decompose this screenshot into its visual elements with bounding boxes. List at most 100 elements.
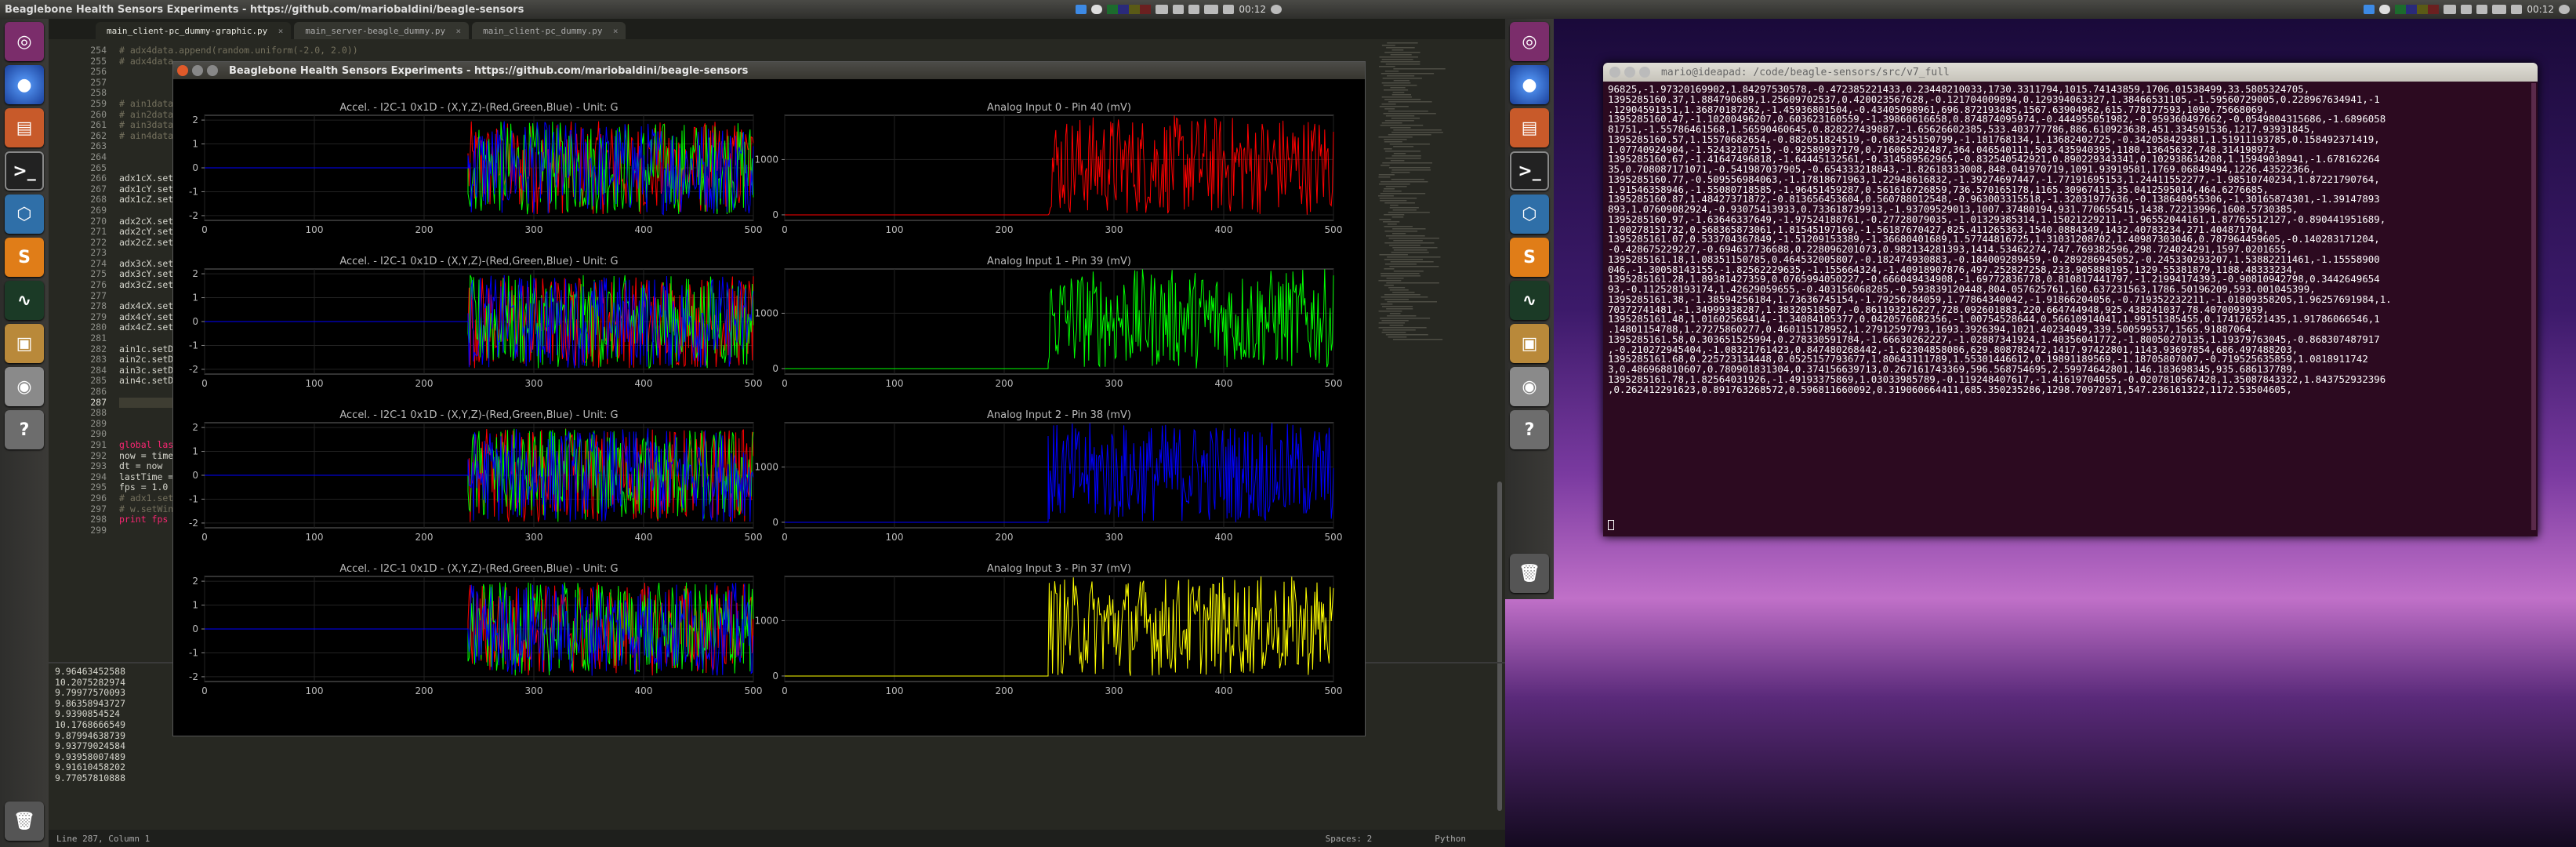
y-tick-label: -1 (189, 493, 198, 504)
dropbox-icon[interactable] (2364, 5, 2375, 14)
plot-window-titlebar[interactable]: Beaglebone Health Sensors Experiments - … (173, 62, 1365, 79)
gear-icon[interactable] (2559, 5, 2570, 14)
system-monitor-icon[interactable]: ∿ (5, 281, 44, 320)
x-tick-label: 500 (745, 532, 763, 543)
line-number: 260 (90, 108, 107, 120)
minimap-line (1381, 122, 1402, 124)
close-icon[interactable]: × (456, 26, 462, 36)
accel-plot: Accel. - I2C-1 0x1D - (X,Y,Z)-(Red,Green… (189, 102, 762, 235)
console-line: 9.91610458202 (55, 762, 126, 773)
minimap-line (1381, 296, 1428, 298)
files-icon[interactable]: ▤ (5, 108, 44, 147)
dash-home-button[interactable]: ◎ (5, 22, 44, 61)
minimap[interactable] (1375, 42, 1493, 827)
minimap-line (1392, 247, 1438, 249)
line-number: 269 (90, 204, 107, 216)
minimap-line (1384, 226, 1413, 227)
clock[interactable]: 00:12 (2527, 4, 2554, 15)
sublime-text-icon[interactable]: S (5, 238, 44, 277)
keyboard-icon[interactable] (2444, 5, 2457, 14)
dash-home-button[interactable]: ◎ (1510, 22, 1549, 61)
accel-plot: Accel. - I2C-1 0x1D - (X,Y,Z)-(Red,Green… (189, 563, 762, 696)
maximize-window-button[interactable] (207, 65, 218, 76)
line-number: 294 (90, 471, 107, 482)
minimap-line (1378, 311, 1402, 312)
minimap-line (1384, 148, 1392, 150)
volume-icon[interactable] (1223, 5, 1235, 14)
terminal-icon[interactable]: >_ (1510, 151, 1549, 191)
terminal-scrollbar[interactable] (2531, 83, 2536, 530)
terminal-titlebar[interactable]: mario@ideapad: /code/beagle-sensors/src/… (1603, 63, 2538, 82)
line-number: 281 (90, 333, 107, 344)
minimap-line (1391, 94, 1412, 96)
archive-icon[interactable]: ▣ (1510, 324, 1549, 363)
x-tick-label: 400 (1215, 224, 1233, 235)
plot-title: Analog Input 3 - Pin 37 (mV) (987, 563, 1131, 575)
mail-icon[interactable] (1188, 5, 1200, 14)
battery-icon[interactable] (2492, 5, 2507, 14)
minimize-window-button[interactable] (192, 65, 203, 76)
close-window-button[interactable] (1609, 67, 1620, 78)
trash-icon[interactable]: 🗑 (1510, 554, 1549, 593)
status-syntax[interactable]: Python (1435, 834, 1466, 844)
network-icon[interactable] (2461, 5, 2473, 14)
minimap-line (1384, 89, 1409, 91)
tab-label: main_client-pc_dummy.py (483, 25, 603, 36)
close-icon[interactable]: × (278, 26, 284, 36)
virtualbox-icon[interactable]: ⬡ (1510, 194, 1549, 234)
tab-main-client-pc[interactable]: main_client-pc_dummy.py × (472, 22, 626, 39)
help-icon[interactable]: ? (1510, 410, 1549, 449)
minimap-line (1379, 66, 1395, 67)
system-load-indicator[interactable] (1107, 5, 1152, 14)
x-tick-label: 500 (745, 378, 763, 389)
system-monitor-icon[interactable]: ∿ (1510, 281, 1549, 320)
sensor-plot-window: Beaglebone Health Sensors Experiments - … (172, 61, 1366, 736)
terminal-output[interactable]: 96825,-1.97320169902,1.84297530578,-0.47… (1603, 82, 2538, 398)
close-icon[interactable]: × (613, 26, 619, 36)
system-load-indicator[interactable] (2395, 5, 2440, 14)
x-tick-label: 200 (415, 224, 434, 235)
close-window-button[interactable] (177, 65, 188, 76)
clock[interactable]: 00:12 (1239, 4, 1266, 15)
dropbox-icon[interactable] (1076, 5, 1087, 14)
minimap-line (1393, 240, 1423, 242)
cloud-icon[interactable] (1091, 5, 1103, 14)
terminal-icon[interactable]: >_ (5, 151, 44, 191)
line-number: 293 (90, 460, 107, 472)
browser-icon[interactable]: ● (1510, 65, 1549, 104)
trash-icon[interactable]: 🗑 (5, 802, 44, 841)
tab-main-client-graphic[interactable]: main_client-pc_dummy-graphic.py × (96, 22, 292, 39)
minimize-window-button[interactable] (1624, 67, 1635, 78)
gear-icon[interactable] (1271, 5, 1282, 14)
minimap-line (1392, 292, 1415, 293)
mail-icon[interactable] (2476, 5, 2488, 14)
code-line[interactable]: # adx4data.append(random.uniform(-2.0, 2… (119, 45, 358, 56)
sublime-text-icon[interactable]: S (1510, 238, 1549, 277)
minimap-line (1380, 200, 1407, 202)
x-tick-label: 200 (996, 685, 1014, 696)
analog-series (785, 576, 1334, 677)
y-tick-label: 0 (192, 162, 198, 173)
keyboard-icon[interactable] (1156, 5, 1169, 14)
cloud-icon[interactable] (2379, 5, 2391, 14)
editor-scrollbar[interactable] (1497, 482, 1502, 811)
minimap-line (1378, 280, 1402, 282)
tab-main-server-beagle[interactable]: main_server-beagle_dummy.py × (294, 22, 470, 39)
archive-icon[interactable]: ▣ (5, 324, 44, 363)
browser-icon[interactable]: ● (5, 65, 44, 104)
camera-icon[interactable]: ◉ (1510, 367, 1549, 406)
battery-icon[interactable] (1204, 5, 1219, 14)
status-indentation[interactable]: Spaces: 2 (1326, 834, 1373, 844)
network-icon[interactable] (1173, 5, 1185, 14)
help-icon[interactable]: ? (5, 410, 44, 449)
virtualbox-icon[interactable]: ⬡ (5, 194, 44, 234)
volume-icon[interactable] (2511, 5, 2523, 14)
files-icon[interactable]: ▤ (1510, 108, 1549, 147)
console-line: 9.77057810888 (55, 772, 126, 783)
x-tick-label: 400 (635, 685, 653, 696)
maximize-window-button[interactable] (1639, 67, 1650, 78)
y-tick-label: 2 (192, 422, 198, 433)
x-tick-label: 200 (415, 532, 434, 543)
camera-icon[interactable]: ◉ (5, 367, 44, 406)
minimap-line (1386, 47, 1415, 49)
